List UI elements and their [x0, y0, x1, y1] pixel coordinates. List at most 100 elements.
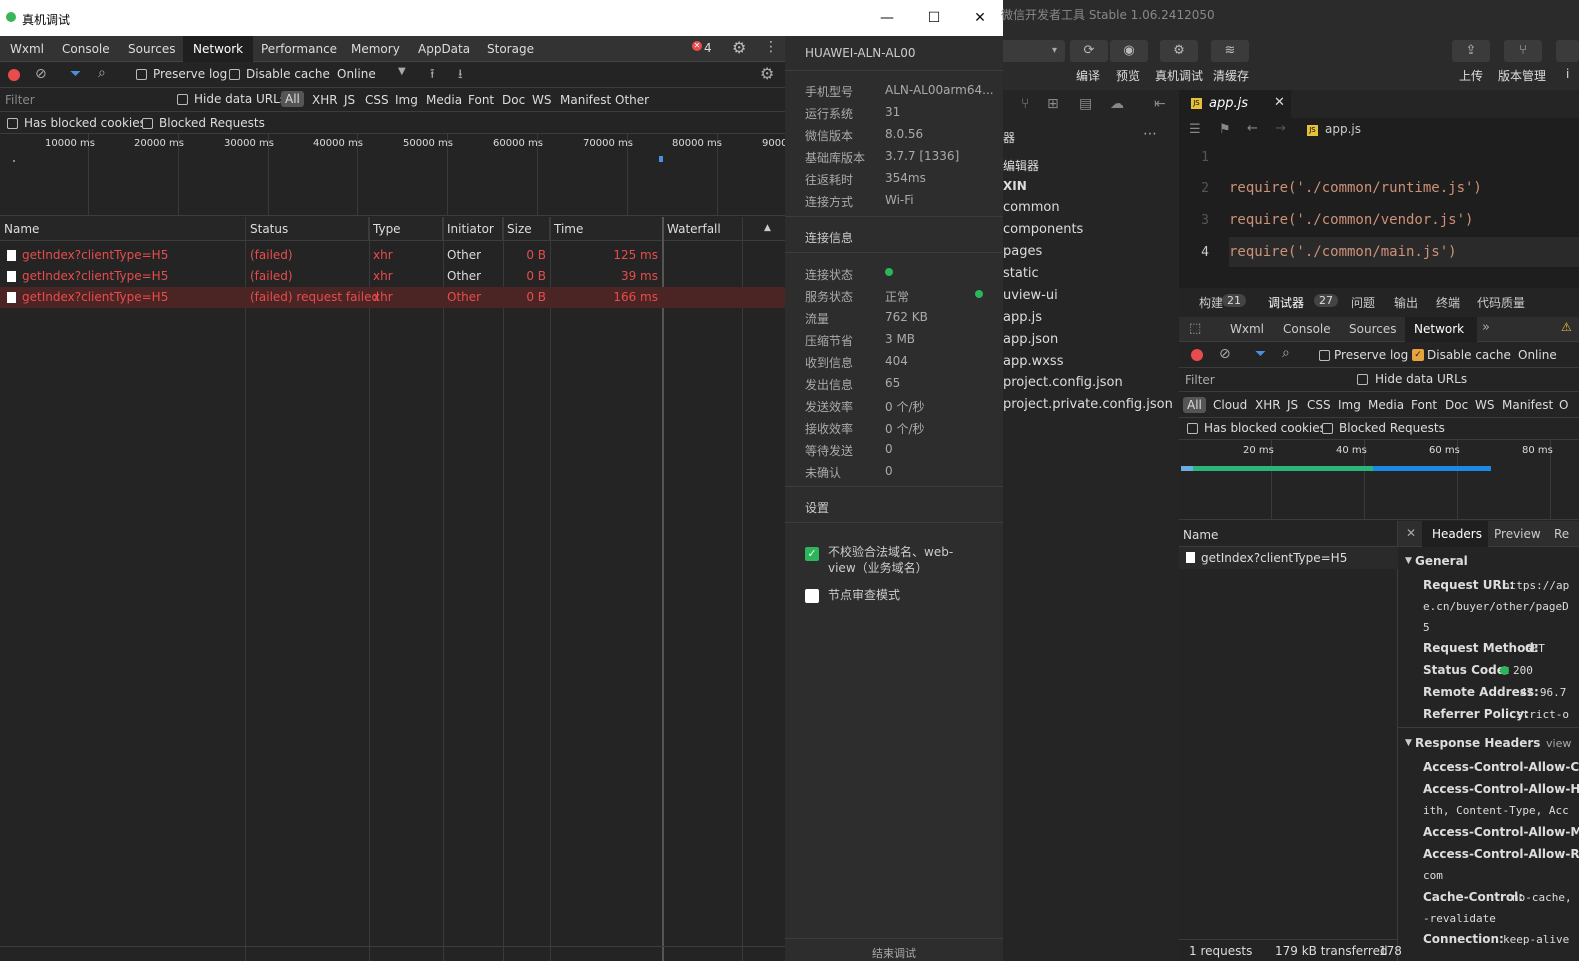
forward-arrow-icon[interactable]: → [1275, 121, 1286, 136]
tab-code-quality[interactable]: 代码质量 [1477, 294, 1525, 311]
col-name[interactable]: Name [0, 217, 246, 241]
file-item[interactable]: static [1003, 266, 1039, 281]
close-tab-icon[interactable]: ✕ [1274, 95, 1285, 110]
upload-icon[interactable]: ⇪ [1452, 40, 1490, 62]
hide-data-urls-checkbox[interactable] [1357, 374, 1368, 385]
code-editor[interactable]: JS app.js ✕ ☰ ⚑ ← → JS app.js 1 2 requir… [1179, 90, 1579, 288]
close-button[interactable]: ✕ [965, 6, 995, 30]
disable-cache-checkbox[interactable]: ✓ [1412, 349, 1424, 361]
type-font[interactable]: Font [468, 93, 494, 107]
details-icon[interactable] [1556, 40, 1579, 62]
code-line[interactable]: require('./common/runtime.js') [1229, 180, 1482, 196]
file-item[interactable]: project.config.json [1003, 375, 1123, 390]
inner-timeline[interactable]: 20 ms 40 ms 60 ms 80 ms [1179, 440, 1579, 520]
type-media[interactable]: Media [426, 93, 462, 107]
type-js[interactable]: JS [1287, 398, 1298, 412]
bookmark-icon[interactable]: ⚑ [1219, 122, 1231, 137]
file-item[interactable]: pages [1003, 244, 1042, 259]
inner-tab-console[interactable]: Console [1283, 322, 1331, 336]
clear-cache-button[interactable]: 清缓存 [1213, 67, 1249, 84]
tab-storage[interactable]: Storage [477, 36, 544, 62]
end-debug-button[interactable]: 结束调试 [785, 938, 1003, 961]
detail-tab-response[interactable]: Re [1554, 527, 1569, 541]
filter-icon[interactable]: ⏷ [70, 66, 81, 82]
editor-tab-appjs[interactable]: JS app.js ✕ [1179, 90, 1291, 118]
inner-tab-network[interactable]: Network [1414, 322, 1464, 336]
error-count[interactable]: 4 [704, 41, 712, 55]
type-media[interactable]: Media [1368, 398, 1404, 412]
type-font[interactable]: Font [1411, 398, 1437, 412]
type-img[interactable]: Img [1338, 398, 1361, 412]
filter-input[interactable]: Filter [1185, 373, 1215, 387]
type-doc[interactable]: Doc [1445, 398, 1468, 412]
extensions-icon[interactable]: ⊞ [1047, 96, 1059, 112]
table-row[interactable]: getIndex?clientType=H5 [1179, 547, 1398, 569]
remote-debug-icon[interactable]: ⚙ [1160, 40, 1198, 62]
upload-button[interactable]: 上传 [1459, 67, 1483, 84]
record-icon[interactable] [8, 69, 20, 81]
type-xhr[interactable]: XHR [1255, 398, 1281, 412]
tab-debugger[interactable]: 调试器 [1268, 294, 1304, 311]
tab-wxml[interactable]: Wxml [0, 36, 54, 62]
inner-tab-wxml[interactable]: Wxml [1230, 322, 1264, 336]
cloud-icon[interactable]: ☁ [1110, 96, 1124, 112]
type-css[interactable]: CSS [1307, 398, 1331, 412]
hide-data-urls-checkbox[interactable] [177, 94, 188, 105]
import-har-icon[interactable]: ⭱ [430, 65, 435, 87]
skip-domain-check-checkbox[interactable]: ✓ [805, 547, 819, 561]
throttle-select[interactable]: Online [337, 67, 376, 81]
version-manage-icon[interactable]: ⑂ [1504, 40, 1542, 62]
col-type[interactable]: Type [369, 217, 443, 241]
tab-memory[interactable]: Memory [341, 36, 410, 62]
network-settings-icon[interactable]: ⚙ [760, 64, 774, 83]
network-overview-timeline[interactable]: 10000 ms 20000 ms 30000 ms 40000 ms 5000… [0, 134, 787, 216]
save-icon[interactable]: ▤ [1079, 96, 1092, 112]
throttle-select[interactable]: Online [1518, 348, 1557, 362]
expand-triangle-icon[interactable]: ▼ [1405, 738, 1412, 748]
type-xhr[interactable]: XHR [312, 93, 338, 107]
type-css[interactable]: CSS [365, 93, 389, 107]
type-all[interactable]: All [1183, 397, 1206, 413]
file-item[interactable]: uview-ui [1003, 288, 1058, 303]
file-item[interactable]: app.js [1003, 310, 1042, 325]
response-headers-title[interactable]: Response Headers [1415, 736, 1540, 750]
back-arrow-icon[interactable]: ← [1247, 121, 1258, 136]
file-item[interactable]: app.json [1003, 332, 1058, 347]
more-menu-icon[interactable]: ⋮ [764, 39, 778, 55]
disable-cache-checkbox[interactable] [229, 69, 240, 80]
type-img[interactable]: Img [395, 93, 418, 107]
type-ws[interactable]: WS [532, 93, 551, 107]
preview-button[interactable]: 预览 [1116, 67, 1140, 84]
list-icon[interactable]: ☰ [1189, 122, 1201, 137]
table-row[interactable]: getIndex?clientType=H5 (failed) request … [0, 287, 785, 308]
has-blocked-cookies-checkbox[interactable] [7, 118, 18, 129]
compile-button[interactable]: 编译 [1076, 67, 1100, 84]
mode-select-chevron-icon[interactable]: ▾ [1003, 40, 1065, 62]
record-icon[interactable] [1191, 349, 1203, 361]
tab-network[interactable]: Network [183, 36, 254, 62]
code-line[interactable]: require('./common/vendor.js') [1229, 212, 1473, 228]
compile-icon[interactable]: ⟳ [1070, 40, 1108, 62]
tab-performance[interactable]: Performance [251, 36, 347, 62]
general-section-title[interactable]: General [1415, 554, 1468, 568]
expand-triangle-icon[interactable]: ▼ [1405, 556, 1412, 566]
has-blocked-cookies-checkbox[interactable] [1187, 423, 1198, 434]
col-status[interactable]: Status [246, 217, 369, 241]
filter-icon[interactable]: ⏷ [1255, 346, 1266, 362]
more-actions-icon[interactable]: ⋯ [1143, 126, 1157, 142]
clear-icon[interactable]: ⊘ [1219, 346, 1231, 362]
chevron-down-icon[interactable]: ▼ [398, 66, 406, 77]
type-cloud[interactable]: Cloud [1213, 398, 1247, 412]
warning-icon[interactable]: ⚠ [1561, 320, 1572, 334]
type-all[interactable]: All [281, 91, 304, 107]
name-column-header[interactable]: Name [1179, 521, 1398, 547]
git-branch-icon[interactable]: ⑂ [1021, 96, 1029, 112]
view-source-link[interactable]: view [1546, 737, 1571, 750]
preserve-log-checkbox[interactable] [1319, 350, 1330, 361]
type-manifest[interactable]: Manifest [560, 93, 611, 107]
file-item[interactable]: components [1003, 222, 1083, 237]
tab-output[interactable]: 输出 [1394, 294, 1418, 311]
type-manifest[interactable]: Manifest [1502, 398, 1553, 412]
type-js[interactable]: JS [344, 93, 355, 107]
settings-gear-icon[interactable]: ⚙ [732, 38, 746, 57]
